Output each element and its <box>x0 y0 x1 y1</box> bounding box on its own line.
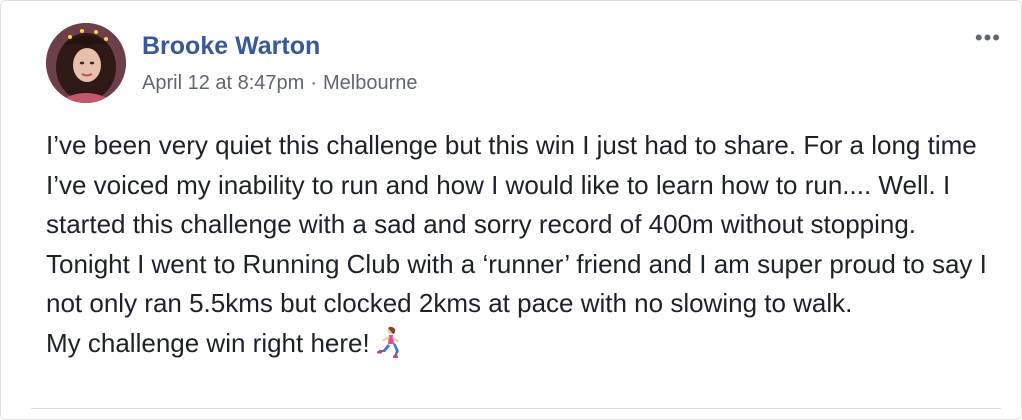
location-link[interactable]: Melbourne <box>323 72 418 94</box>
avatar[interactable] <box>46 23 126 103</box>
post-closing-line: My challenge win right here! <box>46 324 1006 364</box>
profile-photo-icon <box>46 23 126 103</box>
post-meta: April 12 at 8:47pm · Melbourne <box>142 72 418 95</box>
closing-text: My challenge win right here! <box>46 327 370 358</box>
post-timestamp-link[interactable]: April 12 at 8:47pm <box>142 72 304 94</box>
more-options-button[interactable]: ••• <box>975 27 1001 49</box>
meta-separator: · <box>310 72 317 94</box>
post-paragraph: I’ve been very quiet this challenge but … <box>46 130 987 318</box>
divider <box>31 408 1001 409</box>
woman-running-icon <box>376 326 399 358</box>
post-body: I’ve been very quiet this challenge but … <box>46 126 1006 363</box>
post-card: Brooke Warton April 12 at 8:47pm · Melbour… <box>0 0 1022 420</box>
author-name-link[interactable]: Brooke Warton <box>142 32 320 61</box>
